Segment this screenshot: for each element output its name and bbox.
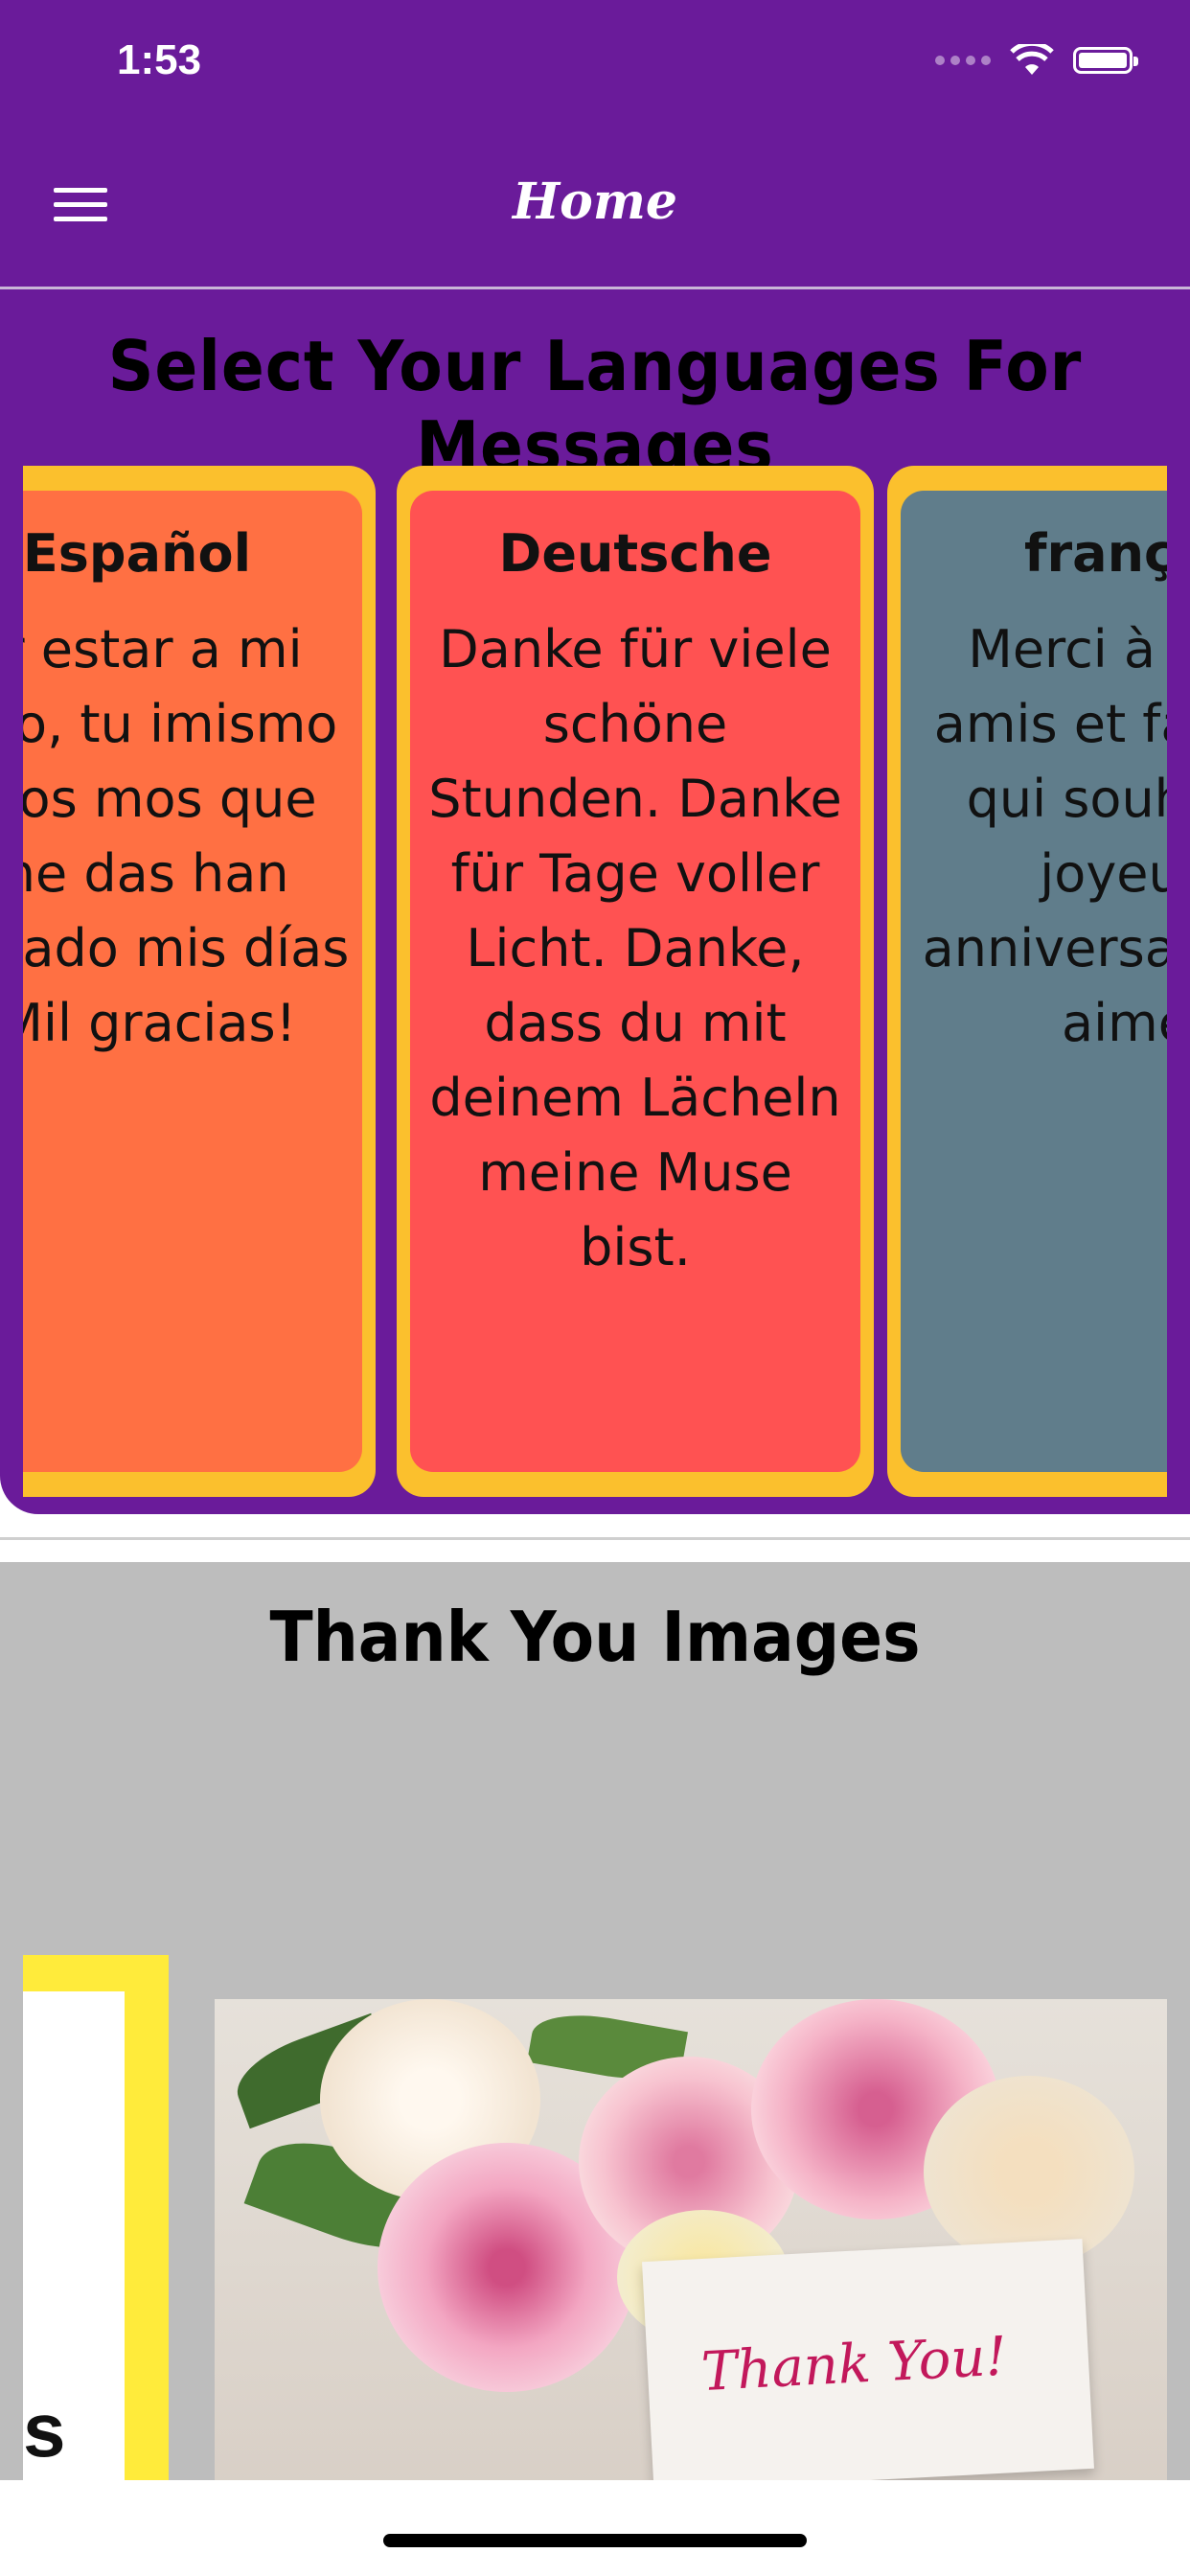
language-card-french[interactable]: françai Merci à tous amis et famille qui…: [887, 466, 1167, 1497]
section-divider: [0, 1537, 1190, 1540]
card-text: Danke für viele schöne Stunden. Danke fü…: [428, 619, 842, 1277]
status-icons: [935, 44, 1138, 77]
image-card-letter: s: [23, 2387, 66, 2472]
language-carousel[interactable]: Español or estar a mi lado, tu imismo y …: [23, 466, 1167, 1497]
tag-text: Thank You!: [699, 2325, 1009, 2404]
languages-heading: Select Your Languages For Messages: [107, 326, 1083, 487]
signal-icon: [935, 56, 991, 65]
battery-icon: [1073, 47, 1138, 74]
home-indicator[interactable]: [383, 2534, 807, 2547]
card-body: Deutsche Danke für viele schöne Stunden.…: [410, 491, 860, 1472]
home-bar: [0, 2480, 1190, 2576]
card-title: françai: [1024, 523, 1167, 584]
card-title: Deutsche: [498, 523, 772, 584]
card-text: or estar a mi lado, tu imismo y los mos …: [23, 619, 350, 1053]
card-title: Español: [23, 523, 252, 584]
language-card-spanish[interactable]: Español or estar a mi lado, tu imismo y …: [23, 466, 376, 1497]
card-body: françai Merci à tous amis et famille qui…: [901, 491, 1167, 1472]
thank-you-photo[interactable]: Thank You!: [215, 1999, 1167, 2497]
image-card-left[interactable]: s: [23, 1955, 169, 2492]
wifi-icon: [1010, 44, 1054, 75]
status-time: 1:53: [117, 36, 202, 83]
cream-rose: [924, 2076, 1134, 2267]
images-section: Thank You Images s Thank You!: [0, 1562, 1190, 2497]
card-body: Español or estar a mi lado, tu imismo y …: [23, 491, 362, 1472]
page-title: Home: [513, 172, 677, 231]
card-text: Merci à tous amis et famille qui souhait…: [922, 619, 1167, 1053]
header-region: 1:53 Home: [0, 0, 1190, 289]
images-heading: Thank You Images: [269, 1597, 921, 1677]
languages-section: Select Your Languages For Messages Españ…: [0, 289, 1190, 1514]
language-card-german[interactable]: Deutsche Danke für viele schöne Stunden.…: [397, 466, 874, 1497]
thank-you-tag: Thank You!: [642, 2239, 1094, 2492]
